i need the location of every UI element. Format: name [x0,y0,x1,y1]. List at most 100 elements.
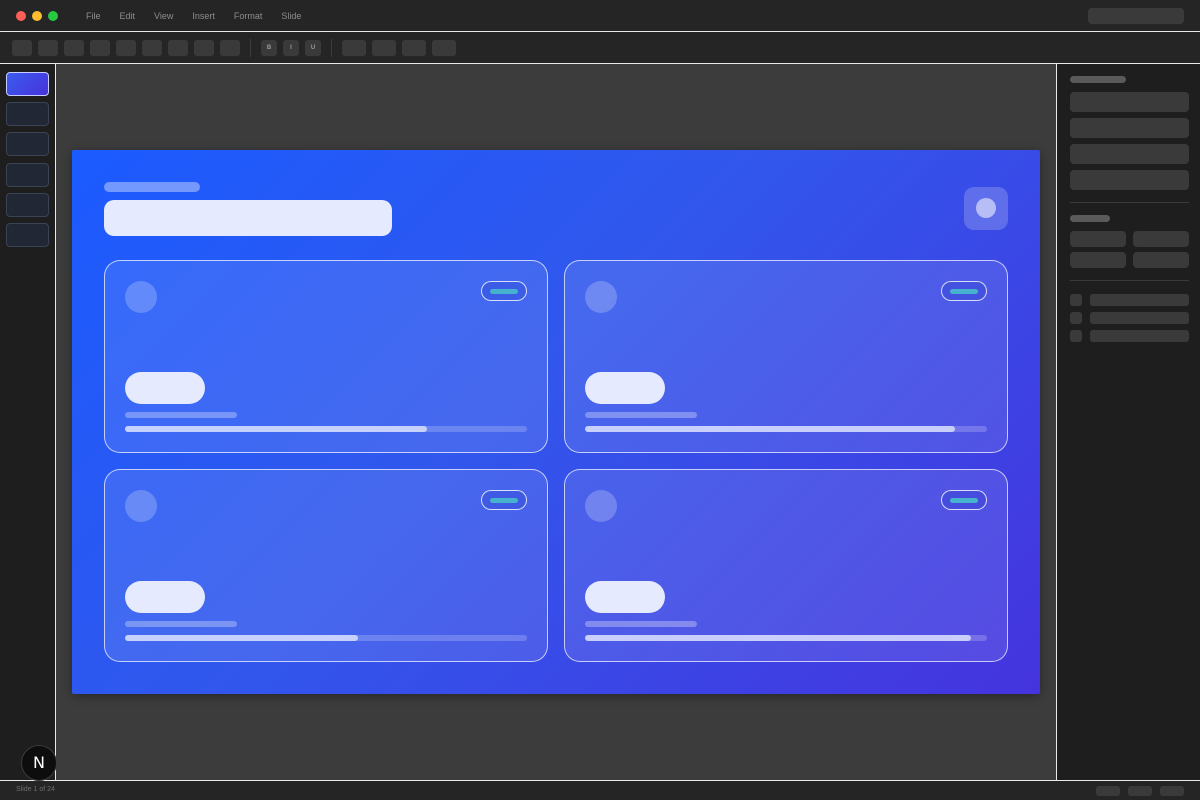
toolbar-divider [250,39,251,57]
maximize-window-button[interactable] [48,11,58,21]
badge-indicator [490,498,518,503]
circle-icon [976,198,996,218]
document-title-field[interactable] [1088,8,1184,24]
card-badge [481,490,527,510]
italic-button[interactable]: I [283,40,299,56]
card-progress-fill [125,426,427,432]
menu-insert[interactable]: Insert [192,11,215,21]
menu-bar: File Edit View Insert Format Slide [86,0,320,32]
toolbar-button[interactable] [12,40,32,56]
toolbar-button[interactable] [402,40,426,56]
status-button[interactable] [1160,786,1184,796]
card-progress-fill [125,635,359,641]
slide-thumbnail-6[interactable] [6,223,49,247]
toolbar-button[interactable] [116,40,136,56]
title-bar: File Edit View Insert Format Slide [0,0,1200,32]
metric-card[interactable] [564,469,1008,662]
card-avatar [125,281,157,313]
presentation-app: File Edit View Insert Format Slide B I U [0,0,1200,800]
badge-indicator [950,289,978,294]
card-badge [941,281,987,301]
inspector-checkbox[interactable] [1070,312,1082,324]
toolbar-button[interactable] [90,40,110,56]
toolbar-button[interactable] [168,40,188,56]
slide-thumbnail-5[interactable] [6,193,49,217]
card-label-placeholder [585,412,697,418]
toolbar-button[interactable] [372,40,396,56]
slide-thumbnail-2[interactable] [6,102,49,126]
inspector-half-field[interactable] [1133,231,1189,247]
slide-canvas [56,64,1056,780]
card-value-placeholder [585,581,665,613]
toolbar-button[interactable] [342,40,366,56]
inspector-divider [1070,202,1189,203]
slide-thumbnail-panel [0,64,56,780]
slide-kicker-placeholder [104,182,200,192]
card-avatar [585,281,617,313]
toolbar-button[interactable] [64,40,84,56]
toolbar-button[interactable] [220,40,240,56]
card-badge [941,490,987,510]
menu-file[interactable]: File [86,11,101,21]
slide-thumbnail-4[interactable] [6,163,49,187]
inspector-half-field[interactable] [1070,252,1126,268]
toolbar-button[interactable] [38,40,58,56]
slide-counter: Slide 1 of 24 [16,786,55,793]
card-progress-fill [585,635,971,641]
card-value-placeholder [125,581,205,613]
status-button[interactable] [1128,786,1152,796]
inspector-divider [1070,280,1189,281]
card-value-placeholder [585,372,665,404]
inspector-section-heading [1070,215,1110,222]
underline-button[interactable]: U [305,40,321,56]
inspector-checkbox[interactable] [1070,294,1082,306]
inspector-field[interactable] [1070,170,1189,190]
inspector-option [1090,330,1189,342]
slide[interactable] [72,150,1040,694]
metric-card[interactable] [104,469,548,662]
inspector-half-field[interactable] [1133,252,1189,268]
menu-slide[interactable]: Slide [281,11,301,21]
inspector-section-heading [1070,76,1126,83]
card-progress-track [125,426,527,432]
menu-format[interactable]: Format [234,11,263,21]
menu-edit[interactable]: Edit [120,11,136,21]
close-window-button[interactable] [16,11,26,21]
badge-indicator [490,289,518,294]
card-value-placeholder [125,372,205,404]
slide-thumbnail-1[interactable] [6,72,49,96]
inspector-checkbox[interactable] [1070,330,1082,342]
inspector-panel [1056,64,1200,780]
inspector-half-field[interactable] [1070,231,1126,247]
inspector-option [1090,312,1189,324]
card-label-placeholder [125,412,237,418]
card-avatar [585,490,617,522]
card-label-placeholder [125,621,237,627]
inspector-field[interactable] [1070,92,1189,112]
card-progress-fill [585,426,955,432]
menu-view[interactable]: View [154,11,173,21]
badge-indicator [950,498,978,503]
inspector-field[interactable] [1070,144,1189,164]
metric-card[interactable] [104,260,548,453]
slide-thumbnail-3[interactable] [6,132,49,156]
status-bar: Slide 1 of 24 [0,780,1200,800]
toolbar-button[interactable] [142,40,162,56]
slide-title-placeholder[interactable] [104,200,392,236]
card-label-placeholder [585,621,697,627]
toolbar-button[interactable] [194,40,214,56]
n-logo-badge[interactable]: N [21,745,57,781]
metric-card[interactable] [564,260,1008,453]
minimize-window-button[interactable] [32,11,42,21]
card-badge [481,281,527,301]
card-avatar [125,490,157,522]
card-progress-track [585,426,987,432]
toolbar: B I U [0,32,1200,64]
card-progress-track [585,635,987,641]
toolbar-divider [331,39,332,57]
status-button[interactable] [1096,786,1120,796]
inspector-option [1090,294,1189,306]
inspector-field[interactable] [1070,118,1189,138]
bold-button[interactable]: B [261,40,277,56]
toolbar-button[interactable] [432,40,456,56]
